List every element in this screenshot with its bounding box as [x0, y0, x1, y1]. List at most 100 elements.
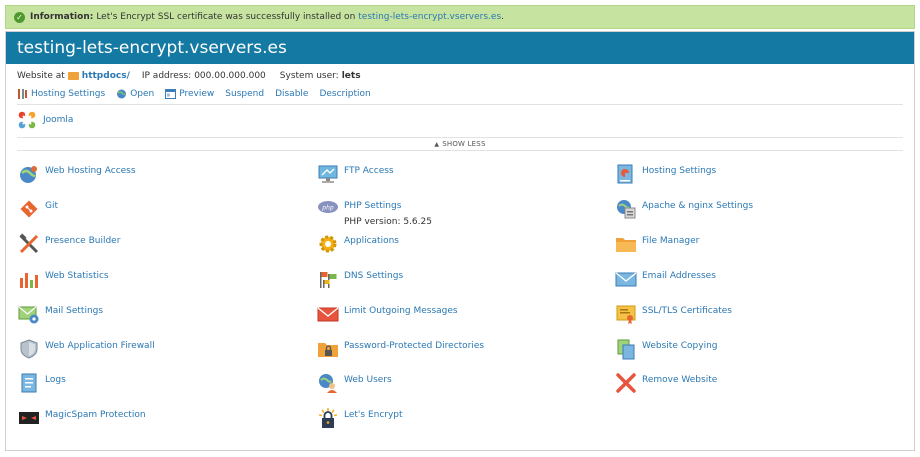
app-joomla-label: Joomla — [43, 115, 74, 125]
website-at-label: Website at — [17, 71, 65, 81]
suspend-action[interactable]: Suspend — [225, 89, 264, 99]
red-envelope-icon — [317, 307, 339, 322]
tool-logs-label: Logs — [45, 375, 66, 385]
php-icon: php — [318, 201, 338, 213]
bar-chart-icon — [20, 273, 38, 288]
tool-ssl-tls-certificates[interactable]: SSL/TLS Certificates — [615, 303, 895, 325]
tool-remove-website-label: Remove Website — [642, 375, 718, 385]
tool-ftp-access[interactable]: FTP Access — [317, 163, 597, 185]
tool-web-hosting-access-label: Web Hosting Access — [45, 166, 136, 176]
tool-lets-encrypt[interactable]: Let's Encrypt — [317, 407, 597, 429]
app-joomla[interactable]: Joomla — [17, 110, 73, 130]
tool-php-settings[interactable]: php PHP Settings PHP version: 5.6.25 — [317, 198, 597, 227]
info-domain-link[interactable]: testing-lets-encrypt.vservers.es — [358, 12, 501, 22]
tool-magicspam-protection[interactable]: MagicSpam Protection — [18, 407, 298, 429]
subscription-panel: testing-lets-encrypt.vservers.es Website… — [5, 31, 915, 451]
tool-mail-settings-label: Mail Settings — [45, 306, 104, 316]
tool-limit-outgoing-messages[interactable]: Limit Outgoing Messages — [317, 303, 597, 325]
git-icon — [20, 200, 38, 218]
tool-web-statistics-label: Web Statistics — [45, 271, 109, 281]
docroot-link[interactable]: httpdocs/ — [82, 71, 130, 81]
disable-action[interactable]: Disable — [275, 89, 308, 99]
tool-web-application-firewall[interactable]: Web Application Firewall — [18, 338, 298, 360]
globe-person-icon — [20, 166, 37, 183]
tool-ssl-tls-certificates-label: SSL/TLS Certificates — [642, 306, 732, 316]
check-circle-icon: ✓ — [14, 11, 25, 23]
tool-dns-settings-label: DNS Settings — [344, 271, 404, 281]
hosting-settings-action-label: Hosting Settings — [31, 89, 106, 99]
show-less-toggle[interactable]: ▲ SHOW LESS — [17, 137, 903, 151]
show-less-label: SHOW LESS — [442, 140, 486, 148]
open-action[interactable]: Open — [116, 89, 154, 99]
tool-hosting-settings[interactable]: Hosting Settings — [615, 163, 895, 185]
info-message: Let's Encrypt SSL certificate was succes… — [96, 12, 356, 22]
info-label: Information: — [30, 12, 94, 22]
divider — [17, 104, 903, 105]
tools-icon — [18, 89, 27, 99]
svg-text:php: php — [321, 205, 334, 212]
tool-website-copying[interactable]: Website Copying — [615, 338, 895, 360]
tool-php-settings-label: PHP Settings — [344, 201, 402, 211]
tool-limit-outgoing-messages-label: Limit Outgoing Messages — [344, 306, 458, 316]
disable-action-label: Disable — [275, 89, 309, 99]
tool-mail-settings[interactable]: Mail Settings — [18, 303, 298, 325]
tool-applications[interactable]: Applications — [317, 233, 597, 255]
system-user-label: System user: — [279, 71, 339, 81]
ip-label: IP address: — [141, 71, 192, 81]
tool-git[interactable]: Git — [18, 198, 298, 220]
preview-window-icon — [165, 89, 177, 99]
web-users-icon — [319, 374, 337, 393]
tool-email-addresses[interactable]: Email Addresses — [615, 268, 895, 290]
site-actions: Hosting Settings Open Preview Suspend Di… — [17, 88, 382, 100]
folder-icon — [616, 238, 636, 252]
tool-applications-label: Applications — [344, 236, 399, 246]
shield-icon — [20, 339, 38, 359]
description-action[interactable]: Description — [319, 89, 370, 99]
hammer-wrench-icon — [19, 233, 39, 254]
suspend-action-label: Suspend — [225, 89, 265, 99]
joomla-icon — [18, 111, 36, 129]
info-notification: ✓ Information: Let's Encrypt SSL certifi… — [5, 5, 915, 29]
tool-file-manager[interactable]: File Manager — [615, 233, 895, 255]
tool-web-statistics[interactable]: Web Statistics — [18, 268, 298, 290]
globe-icon — [117, 89, 127, 99]
tool-presence-builder[interactable]: Presence Builder — [18, 233, 298, 255]
folder-icon — [67, 72, 79, 80]
open-action-label: Open — [130, 89, 155, 99]
hosting-settings-icon — [617, 164, 633, 184]
description-action-label: Description — [319, 89, 371, 99]
tool-hosting-settings-label: Hosting Settings — [642, 166, 717, 176]
system-user-value: lets — [341, 71, 361, 81]
lets-encrypt-lock-icon — [318, 408, 338, 428]
tool-ftp-access-label: FTP Access — [344, 166, 394, 176]
mail-settings-icon — [18, 306, 39, 324]
tool-web-hosting-access[interactable]: Web Hosting Access — [18, 163, 298, 185]
locked-folder-icon — [318, 343, 338, 357]
ip-value: 000.00.000.000 — [194, 71, 266, 81]
magicspam-mask-icon — [19, 412, 39, 424]
dns-flags-icon — [320, 272, 337, 288]
tool-web-users[interactable]: Web Users — [317, 372, 597, 394]
tool-lets-encrypt-label: Let's Encrypt — [344, 410, 403, 420]
tool-dns-settings[interactable]: DNS Settings — [317, 268, 597, 290]
tool-apache-nginx-settings-label: Apache & nginx Settings — [642, 201, 754, 211]
tool-web-application-firewall-label: Web Application Firewall — [45, 341, 155, 351]
envelope-icon — [615, 272, 637, 287]
tool-magicspam-protection-label: MagicSpam Protection — [45, 410, 146, 420]
tool-email-addresses-label: Email Addresses — [642, 271, 716, 281]
info-end: . — [501, 12, 505, 22]
copy-pages-icon — [617, 339, 635, 360]
tool-logs[interactable]: Logs — [18, 372, 298, 394]
tool-remove-website[interactable]: Remove Website — [615, 372, 895, 394]
tool-web-users-label: Web Users — [344, 375, 392, 385]
tool-website-copying-label: Website Copying — [642, 341, 718, 351]
php-version: PHP version: 5.6.25 — [344, 217, 432, 227]
hosting-settings-action[interactable]: Hosting Settings — [17, 89, 105, 99]
gear-icon — [319, 235, 337, 253]
tool-password-protected-directories[interactable]: Password-Protected Directories — [317, 338, 597, 360]
preview-action[interactable]: Preview — [165, 89, 214, 99]
ftp-monitor-icon — [318, 165, 338, 183]
tool-file-manager-label: File Manager — [642, 236, 700, 246]
site-meta: Website at httpdocs/ IP address: 000.00.… — [17, 70, 375, 82]
tool-apache-nginx-settings[interactable]: Apache & nginx Settings — [615, 198, 895, 220]
